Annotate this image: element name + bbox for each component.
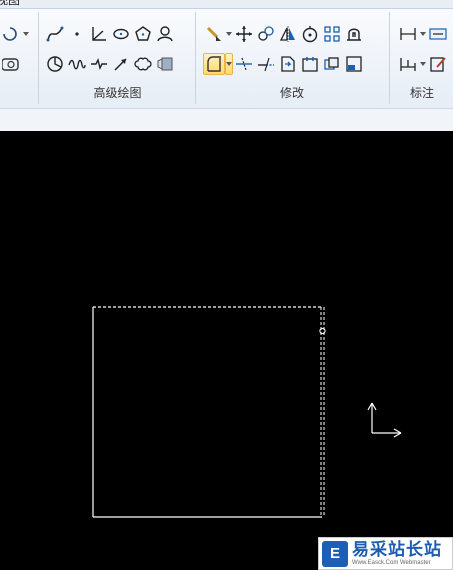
group-modify: 修改 (197, 9, 387, 105)
dropdown-arrow-icon[interactable] (419, 23, 427, 45)
rotate-copy-icon[interactable] (255, 23, 277, 45)
drawing-svg (92, 306, 402, 518)
tolerance-icon[interactable] (427, 23, 449, 45)
command-toolbar-strip (0, 108, 453, 132)
spline-icon[interactable] (44, 23, 66, 45)
rounded-rect-icon[interactable] (0, 53, 22, 75)
extend-icon[interactable] (255, 53, 277, 75)
text-edit-icon[interactable] (427, 53, 449, 75)
group-label-dimension: 标注 (409, 86, 434, 100)
point-icon[interactable] (66, 23, 88, 45)
tab-view[interactable]: 视图 (0, 0, 20, 8)
watermark-logo-icon: E (322, 540, 348, 567)
ribbon: 视图 高级绘图 (0, 0, 453, 108)
group-separator (389, 12, 390, 104)
drawing-canvas[interactable] (0, 131, 453, 570)
polygon-icon[interactable] (132, 23, 154, 45)
watermark-title: 易采站长站 (352, 540, 442, 559)
brush-icon[interactable] (203, 23, 225, 45)
cloud-line-icon[interactable] (132, 53, 154, 75)
grip-point-icon[interactable] (319, 327, 326, 335)
arrow-icon[interactable] (110, 53, 132, 75)
angle-line-icon[interactable] (88, 23, 110, 45)
move-icon[interactable] (233, 23, 255, 45)
watermark-subtitle: Www.Easck.Com Webmaster (352, 560, 431, 566)
ribbon-tabstrip: 视图 (0, 0, 453, 9)
wave-line-icon[interactable] (66, 53, 88, 75)
group-dimension: 标注 (391, 9, 453, 105)
group-advanced-draw: 高级绘图 (40, 9, 195, 105)
group-label-modify: 修改 (279, 86, 304, 100)
circle-center-icon[interactable] (299, 23, 321, 45)
align-icon[interactable] (299, 53, 321, 75)
block-icon[interactable] (343, 53, 365, 75)
stretch-icon[interactable] (343, 23, 365, 45)
dropdown-arrow-icon[interactable] (22, 23, 30, 45)
group-basic-draw (0, 9, 38, 105)
array-icon[interactable] (321, 23, 343, 45)
linear-dimension-icon[interactable] (397, 23, 419, 45)
scale-icon[interactable] (277, 53, 299, 75)
group-separator (195, 12, 196, 104)
watermark-badge: E 易采站长站 Www.Easck.Com Webmaster (318, 537, 453, 570)
sector-icon[interactable] (44, 53, 66, 75)
ellipse-icon[interactable] (110, 23, 132, 45)
mirror-icon[interactable] (277, 23, 299, 45)
undo-arc-icon[interactable] (0, 23, 22, 45)
explode-icon[interactable] (321, 53, 343, 75)
trim-icon[interactable] (233, 53, 255, 75)
group-label-advanced-draw: 高级绘图 (93, 86, 142, 100)
break-line-icon[interactable] (88, 53, 110, 75)
coordinate-axis-icon (367, 402, 402, 438)
fillet-dropdown-icon[interactable] (225, 53, 233, 75)
dropdown-arrow-icon[interactable] (419, 53, 427, 75)
baseline-dimension-icon[interactable] (397, 53, 419, 75)
dropdown-arrow-icon[interactable] (225, 23, 233, 45)
group-separator (38, 12, 39, 104)
user-shape-icon[interactable] (154, 23, 176, 45)
fillet-icon[interactable] (203, 53, 225, 75)
hatch-icon[interactable] (154, 53, 176, 75)
